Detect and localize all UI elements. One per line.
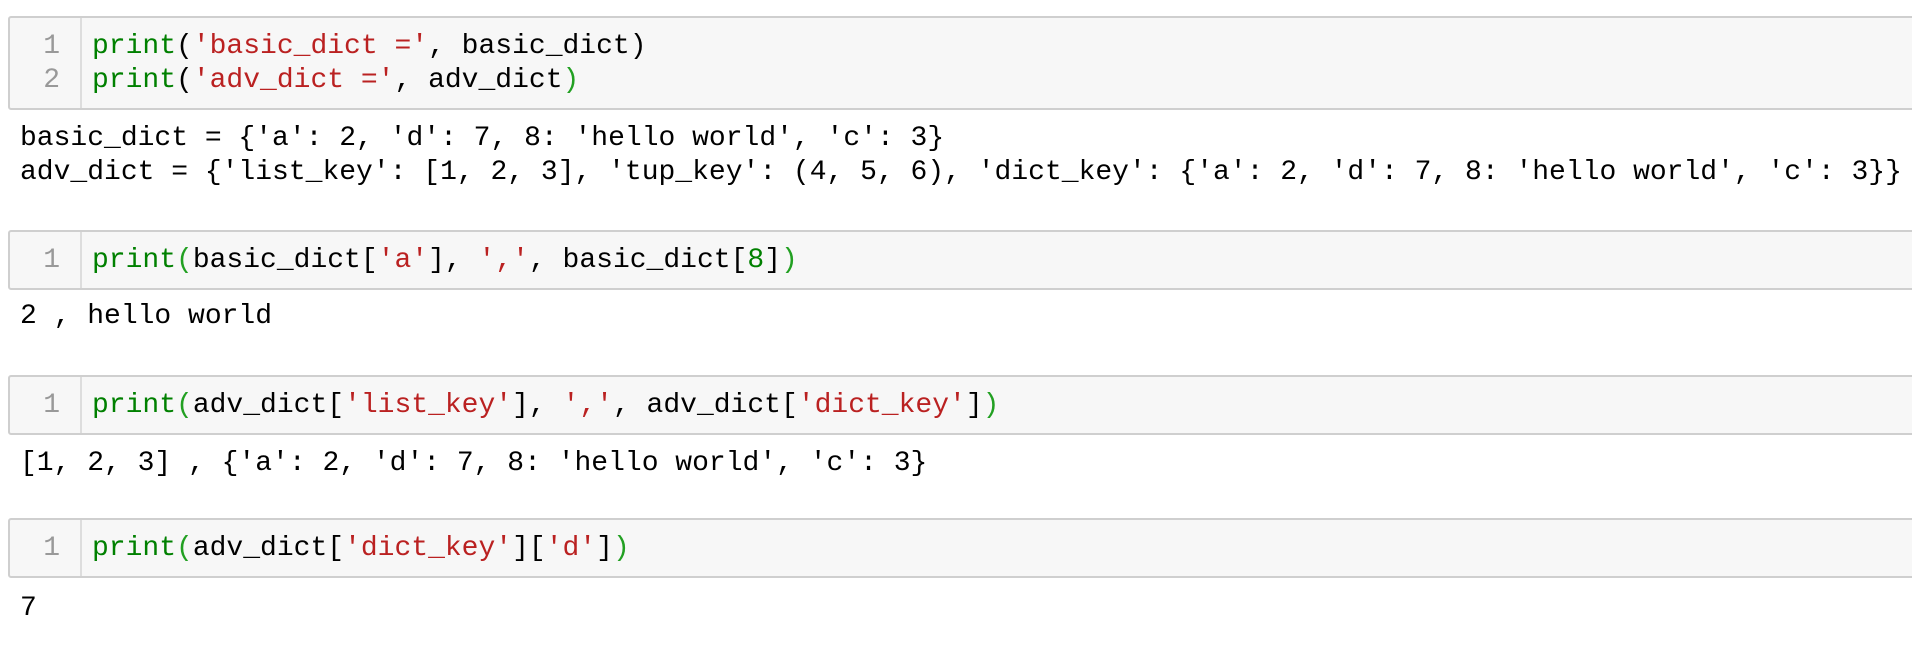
code-token: ) xyxy=(982,390,1000,421)
code-keyword-token: print xyxy=(92,65,177,96)
code-string-token: 'a' xyxy=(377,245,429,276)
cell-output-line: [1, 2, 3] , {'a': 2, 'd': 7, 8: 'hello w… xyxy=(20,448,928,479)
line-number: 1 xyxy=(43,245,60,276)
code-token: ] xyxy=(596,533,613,564)
code-token: 8 xyxy=(747,245,765,276)
code-cell-2[interactable]: 1 print(basic_dict['a'], ',', basic_dict… xyxy=(8,230,1912,290)
code-token: ( xyxy=(176,390,193,421)
code-line[interactable]: print(basic_dict['a'], ',', basic_dict[8… xyxy=(92,244,798,278)
code-keyword-token: print xyxy=(92,390,177,421)
code-token: ], xyxy=(512,390,563,421)
code-cell-3[interactable]: 1 print(adv_dict['list_key'], ',', adv_d… xyxy=(8,375,1912,435)
code-token: , basic_dict) xyxy=(428,31,647,62)
cell-output-line: 7 xyxy=(20,593,37,624)
code-token: ( xyxy=(176,533,193,564)
code-line[interactable]: print('basic_dict =', basic_dict) xyxy=(92,30,647,64)
code-token: basic_dict[ xyxy=(192,245,378,276)
line-number: 1 xyxy=(43,533,60,564)
code-line[interactable]: print(adv_dict['dict_key']['d']) xyxy=(92,532,630,566)
line-number: 1 xyxy=(43,390,60,421)
cell-output-line: adv_dict = {'list_key': [1, 2, 3], 'tup_… xyxy=(20,157,1902,188)
code-string-token: 'd' xyxy=(545,533,597,564)
code-string-token: 'adv_dict =' xyxy=(192,65,395,96)
code-cell-1[interactable]: 1 print('basic_dict =', basic_dict) 2 pr… xyxy=(8,16,1912,110)
cell-output-line: 2 , hello world xyxy=(20,301,273,332)
code-string-token: 'list_key' xyxy=(344,390,513,421)
code-token: ) xyxy=(612,533,630,564)
code-keyword-token: print xyxy=(92,533,177,564)
code-token: ] xyxy=(764,245,781,276)
code-token: ] xyxy=(965,390,983,421)
code-line[interactable]: print('adv_dict =', adv_dict) xyxy=(92,64,579,98)
code-token: , basic_dict[ xyxy=(528,245,748,276)
code-string-token: ',' xyxy=(478,245,529,276)
code-token: ( xyxy=(176,65,193,96)
code-token: ( xyxy=(176,245,193,276)
code-token: ], xyxy=(428,245,479,276)
code-cell-4[interactable]: 1 print(adv_dict['dict_key']['d']) xyxy=(8,518,1912,578)
code-string-token: 'basic_dict =' xyxy=(192,31,429,62)
code-token: , adv_dict[ xyxy=(612,390,798,421)
code-keyword-token: print xyxy=(92,245,177,276)
code-string-token: ',' xyxy=(562,390,613,421)
code-keyword-token: print xyxy=(92,31,177,62)
code-string-token: 'dict_key' xyxy=(344,533,513,564)
code-token: ) xyxy=(562,65,580,96)
line-number: 2 xyxy=(43,65,60,96)
line-number: 1 xyxy=(43,31,60,62)
code-token: ][ xyxy=(512,533,546,564)
code-string-token: 'dict_key' xyxy=(797,390,966,421)
code-token: ( xyxy=(176,31,193,62)
code-token: , adv_dict xyxy=(394,65,563,96)
code-line[interactable]: print(adv_dict['list_key'], ',', adv_dic… xyxy=(92,389,999,423)
cell-output-line: basic_dict = {'a': 2, 'd': 7, 8: 'hello … xyxy=(20,123,945,154)
code-token: adv_dict[ xyxy=(192,390,345,421)
code-token: ) xyxy=(781,245,798,276)
code-token: adv_dict[ xyxy=(192,533,345,564)
